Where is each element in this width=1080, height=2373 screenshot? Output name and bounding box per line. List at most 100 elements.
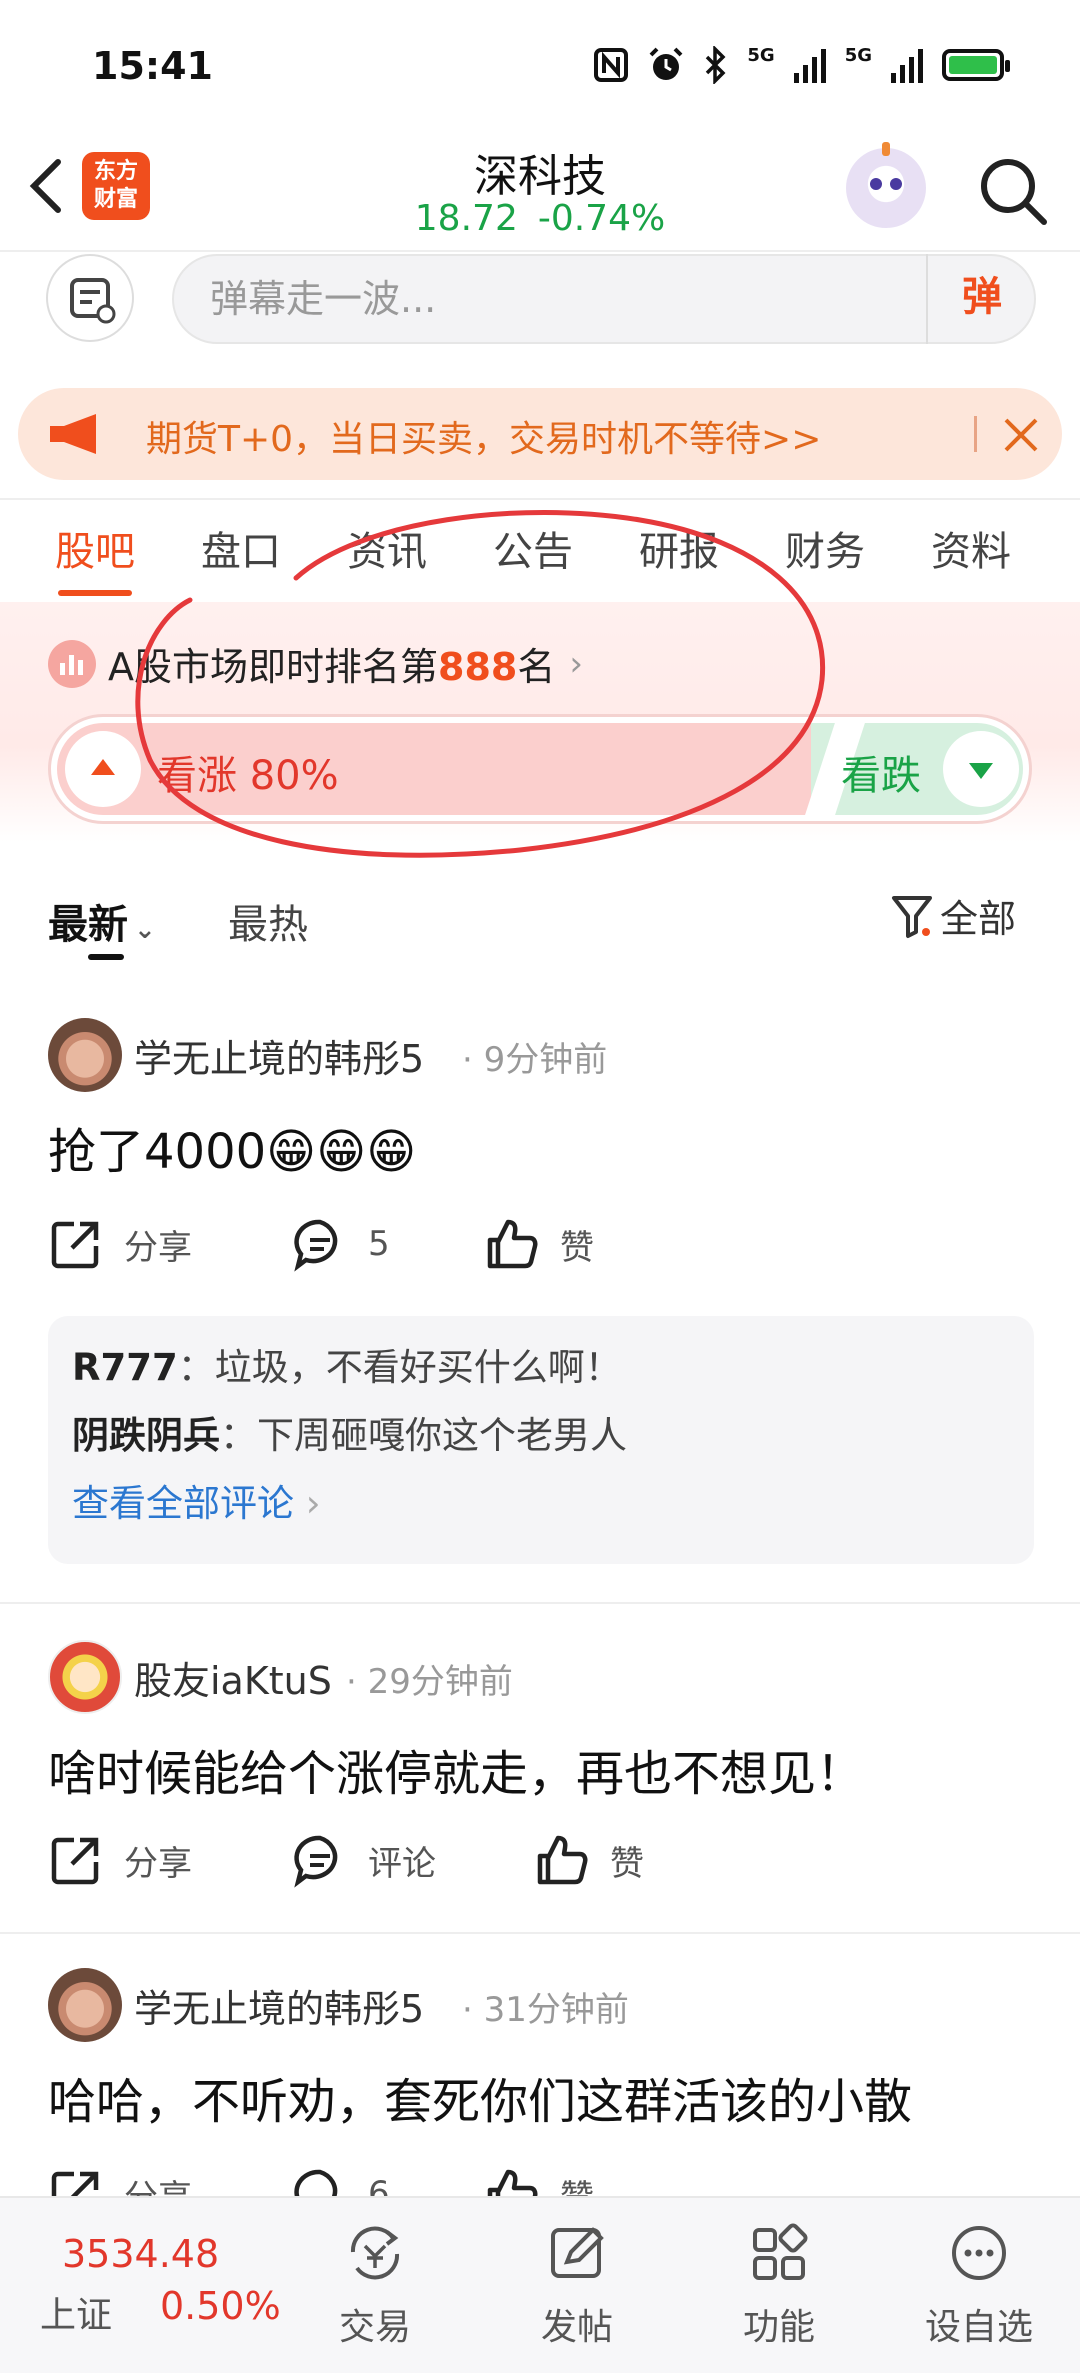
search-icon[interactable] [976,154,1050,228]
signal-5g-icon: 5G [747,44,775,66]
reply-preview[interactable]: R777：垃圾，不看好买什么啊！ 阴跌阴兵：下周砸嘎你这个老男人 查看全部评论 … [48,1316,1034,1564]
nav-watchlist-label: 设自选 [924,2307,1033,2348]
ai-assistant-robot-icon[interactable] [846,142,926,228]
tab-finance[interactable]: 财务 [752,500,898,602]
reply-user[interactable]: 阴跌阴兵 [72,1414,220,1457]
post-time: · 29分钟前 [346,1662,513,1702]
status-time: 15:41 [92,44,213,88]
see-all-comments-link[interactable]: 查看全部评论 › [72,1470,1010,1538]
sort-hot[interactable]: 最热 [228,892,308,950]
nav-functions[interactable]: 功能 [714,2222,844,2350]
grid-icon [753,2223,808,2280]
nav-compose[interactable]: 发帖 [512,2222,642,2350]
share-label: 分享 [124,1843,192,1884]
tab-guba[interactable]: 股吧 [22,500,168,602]
post-time: · 31分钟前 [462,1990,629,2030]
post-content[interactable]: 哈哈，不听劝，套死你们这群活该的小散 [48,2062,912,2132]
stock-change: -0.74% [537,198,666,239]
comment-button[interactable]: 评论 [292,1832,436,1888]
bottom-bar: 3534.48 上证 0.50% 交易 发帖 功能 设自选 [0,2196,1080,2373]
vote-bar: 看涨 80% 看跌 [48,714,1032,824]
reply-user[interactable]: R777 [72,1346,178,1389]
thumbs-up-icon [537,1835,588,1885]
status-bar: 15:41 5G 5G [0,0,1080,140]
danmaku-input[interactable]: 弹幕走一波... [172,254,1036,344]
tab-announcements[interactable]: 公告 [460,500,606,602]
divider [0,1932,1080,1934]
share-button[interactable]: 分享 [48,1216,192,1272]
nav-trade-label: 交易 [338,2307,411,2348]
sort-row: 最新 ⌄ 最热 全部 [0,862,1080,972]
danmaku-send-button[interactable]: 弹 [926,254,1036,344]
vote-up-label[interactable]: 看涨 80% [157,743,339,801]
chat-settings-icon[interactable] [46,254,134,342]
index-value: 3534.48 [62,2232,220,2276]
like-label: 赞 [560,1227,594,1268]
reply-text: ：垃圾，不看好买什么啊！ [177,1346,622,1389]
post-content[interactable]: 啥时候能给个涨停就走，再也不想见！ [48,1734,864,1804]
comment-icon [294,1219,338,1272]
tab-news[interactable]: 资讯 [314,500,460,602]
post-item[interactable]: 股友iaKtuS · 29分钟前 啥时候能给个涨停就走，再也不想见！ 分享 评论… [0,1632,1080,1932]
avatar[interactable] [48,1640,122,1714]
tab-profile[interactable]: 资料 [898,500,1044,602]
see-all-label: 查看全部评论 [72,1482,294,1525]
nav-trade[interactable]: 交易 [310,2222,440,2350]
share-icon [51,1837,99,1885]
comment-count: 5 [368,1224,390,1264]
filter-label: 全部 [940,897,1017,941]
avatar[interactable] [48,1018,122,1092]
nfc-icon [594,48,629,82]
avatar[interactable] [48,1968,122,2042]
filter-icon [892,895,932,938]
bar-chart-icon [48,639,96,688]
post-item[interactable]: 学无止境的韩彤5 · 9分钟前 抢了4000😁😁😁 分享 5 赞 R777：垃圾… [0,1010,1080,1600]
alarm-icon [649,47,683,80]
share-icon [51,2171,99,2196]
share-button[interactable]: 分享 [48,2166,192,2196]
chevron-down-icon: ⌄ [134,915,156,945]
promo-separator [974,416,977,452]
post-author[interactable]: 股友iaKtuS [134,1650,332,1705]
chevron-right-icon: › [569,643,583,684]
like-button[interactable]: 赞 [534,1832,644,1888]
thumbs-up-icon [487,2169,538,2196]
like-button[interactable]: 赞 [484,1216,594,1272]
market-rank[interactable]: A股市场即时排名第888名 › [48,636,583,691]
post-item[interactable]: 学无止境的韩彤5 · 31分钟前 哈哈，不听劝，套死你们这群活该的小散 分享 6… [0,1960,1080,2196]
post-actions: 分享 6 赞 [48,2166,1048,2196]
chevron-right-icon: › [305,1482,321,1525]
nav-compose-label: 发帖 [540,2307,613,2348]
reply-text: ：下周砸嘎你这个老男人 [220,1414,627,1457]
reply-item: 阴跌阴兵：下周砸嘎你这个老男人 [72,1402,1010,1470]
comment-button[interactable]: 5 [292,1216,390,1272]
post-author[interactable]: 学无止境的韩彤5 [134,1978,424,2033]
filter-button[interactable]: 全部 [890,888,1016,943]
rank-text: A股市场即时排名第888名 [108,645,556,689]
post-author[interactable]: 学无止境的韩彤5 [134,1028,424,1083]
down-triangle-icon[interactable] [943,731,1019,807]
tab-research[interactable]: 研报 [606,500,752,602]
post-actions: 分享 评论 赞 [48,1832,1048,1892]
megaphone-icon [50,414,96,454]
promo-banner[interactable]: 期货T+0，当日买卖，交易时机不等待>> [18,388,1062,480]
post-content[interactable]: 抢了4000😁😁😁 [48,1112,416,1182]
vote-down-label[interactable]: 看跌 [841,743,921,801]
comment-button[interactable]: 6 [292,2166,390,2196]
stock-header: 东方 财富 深科技 18.72 -0.74% [0,140,1080,252]
close-icon[interactable] [996,410,1046,460]
share-button[interactable]: 分享 [48,1832,192,1888]
post-actions: 分享 5 赞 [48,1216,1048,1276]
bluetooth-icon [706,46,726,84]
trade-icon [350,2226,400,2280]
sentiment-panel: A股市场即时排名第888名 › 看涨 80% 看跌 [0,602,1080,842]
tab-orderbook[interactable]: 盘口 [168,500,314,602]
signal-bars-icon [793,49,826,83]
like-button[interactable]: 赞 [484,2166,594,2196]
like-label: 赞 [560,2170,594,2197]
nav-watchlist[interactable]: 设自选 [914,2222,1044,2350]
sort-latest[interactable]: 最新 ⌄ [48,892,156,950]
up-triangle-icon[interactable] [65,731,141,807]
danmaku-row: 弹幕走一波... 弹 [0,254,1080,350]
share-icon [51,1221,99,1269]
